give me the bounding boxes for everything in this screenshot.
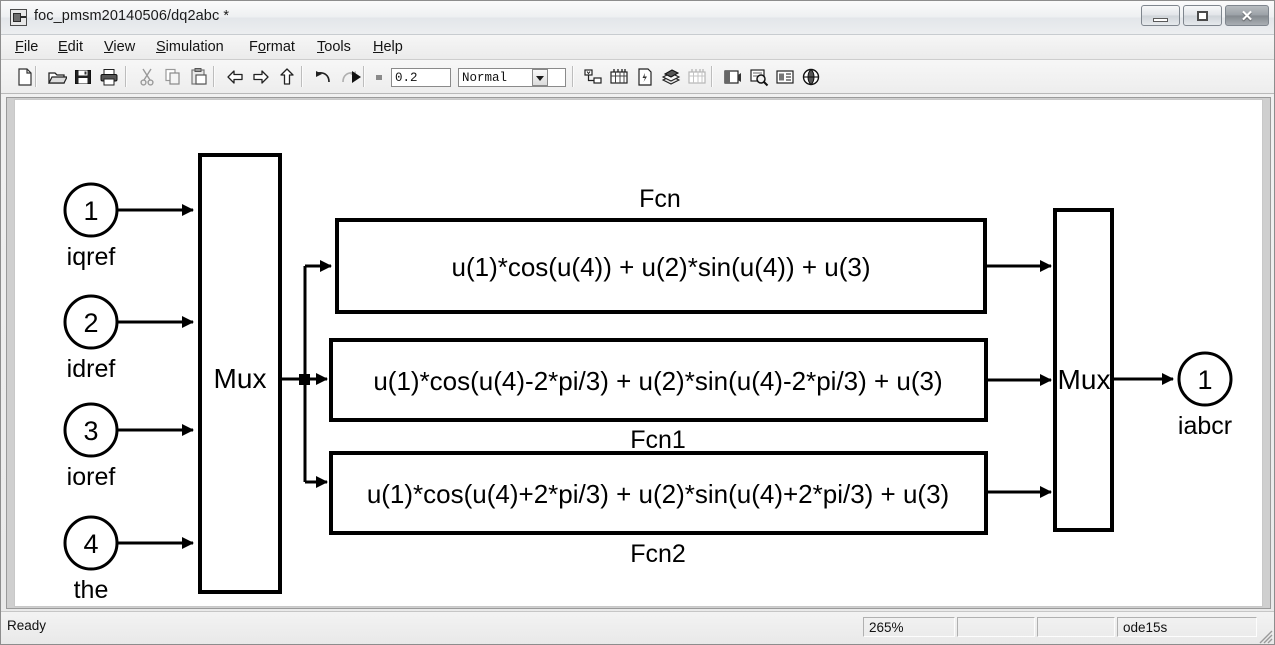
menu-item-file[interactable]: File: [9, 38, 44, 56]
debug-icon[interactable]: [687, 67, 707, 87]
mux-input-block[interactable]: Mux: [198, 153, 282, 594]
update-diagram-icon[interactable]: [609, 67, 629, 87]
toolbar-separator: [711, 66, 713, 87]
fcn-block-0-expression: u(1)*cos(u(4)) + u(2)*sin(u(4)) + u(3): [451, 252, 870, 282]
help-simulink-icon[interactable]: [801, 67, 821, 87]
fcn-block-0-label: Fcn: [639, 185, 681, 213]
status-pane-3: [957, 617, 1035, 637]
simulation-mode-select[interactable]: Normal: [458, 68, 566, 87]
mux-input-label: Mux: [214, 363, 267, 394]
toolbar-separator: [125, 66, 127, 87]
close-icon: ✕: [1240, 7, 1254, 25]
open-model-icon[interactable]: [47, 67, 67, 87]
title-bar: foc_pmsm20140506/dq2abc * ✕: [1, 1, 1274, 35]
toolbar-separator: [301, 66, 303, 87]
status-solver: ode15s: [1117, 617, 1257, 637]
mux-output-bus: [280, 260, 332, 488]
simulink-block-icon: [10, 9, 27, 26]
inport-3-label: ioref: [67, 463, 116, 491]
toolbar-separator: [213, 66, 215, 87]
fcn-block-1[interactable]: u(1)*cos(u(4)-2*pi/3) + u(2)*sin(u(4)-2*…: [329, 338, 988, 422]
inport-4[interactable]: 4 the: [63, 515, 119, 604]
inport-2-label: idref: [67, 355, 116, 383]
forward-icon[interactable]: [251, 67, 271, 87]
resize-grip-icon[interactable]: [1259, 630, 1273, 644]
copy-icon[interactable]: [163, 67, 183, 87]
paste-icon[interactable]: [189, 67, 209, 87]
menu-item-help[interactable]: Help: [367, 38, 409, 56]
inport-1-label: iqref: [67, 243, 116, 271]
menu-item-format[interactable]: Format: [243, 38, 301, 56]
status-zoom-level: 265%: [863, 617, 955, 637]
status-pane-4: [1037, 617, 1115, 637]
status-message: Ready: [7, 618, 47, 633]
chevron-down-icon[interactable]: [532, 69, 548, 86]
outport-1-number: 1: [1197, 365, 1212, 395]
build-model-icon[interactable]: [635, 67, 655, 87]
outport-1-label: iabcr: [1178, 412, 1232, 440]
save-model-icon[interactable]: [73, 67, 93, 87]
toolbar-separator: [572, 66, 574, 87]
inport-4-number: 4: [83, 529, 98, 559]
maximize-button[interactable]: [1183, 5, 1222, 26]
simulink-model-window: foc_pmsm20140506/dq2abc * ✕ File Edit Vi…: [0, 0, 1275, 645]
new-model-icon[interactable]: [15, 67, 35, 87]
back-icon[interactable]: [225, 67, 245, 87]
menu-bar: File Edit View Simulation Format Tools H…: [1, 35, 1274, 60]
close-button[interactable]: ✕: [1225, 5, 1269, 26]
status-bar: Ready 265% ode15s: [1, 611, 1274, 644]
mux-output-label: Mux: [1058, 364, 1111, 395]
fcn-block-2-expression: u(1)*cos(u(4)+2*pi/3) + u(2)*sin(u(4)+2*…: [367, 479, 949, 509]
window-title: foc_pmsm20140506/dq2abc *: [34, 8, 230, 24]
stop-simulation-icon[interactable]: [369, 67, 389, 87]
menu-item-edit[interactable]: Edit: [52, 38, 89, 56]
menu-item-view[interactable]: View: [98, 38, 141, 56]
toolbar-separator: [35, 66, 37, 87]
fcn-block-1-label: Fcn1: [630, 426, 686, 454]
model-browser-icon[interactable]: [583, 67, 603, 87]
menu-item-simulation[interactable]: Simulation: [150, 38, 230, 56]
model-explorer-icon[interactable]: [723, 67, 743, 87]
simulation-stop-time-input[interactable]: 0.2: [391, 68, 451, 87]
fcn-block-2-label: Fcn2: [630, 540, 686, 568]
block-diagram: 1 iqref 2 idref 3 ioref 4 the Mux Fcn u(…: [63, 153, 1233, 604]
model-properties-icon[interactable]: [775, 67, 795, 87]
inport-4-label: the: [74, 576, 109, 604]
inport-3[interactable]: 3 ioref: [63, 402, 119, 491]
inport-2-number: 2: [83, 308, 98, 338]
outport-1[interactable]: 1 iabcr: [1177, 351, 1233, 440]
fcn-block-0[interactable]: u(1)*cos(u(4)) + u(2)*sin(u(4)) + u(3): [335, 218, 987, 314]
cut-icon[interactable]: [137, 67, 157, 87]
minimize-button[interactable]: [1141, 5, 1180, 26]
mux-output-block[interactable]: Mux: [1053, 208, 1114, 532]
find-icon[interactable]: [749, 67, 769, 87]
inport-1-number: 1: [83, 196, 98, 226]
up-to-parent-icon[interactable]: [277, 67, 297, 87]
inport-3-number: 3: [83, 416, 98, 446]
start-simulation-icon[interactable]: [346, 67, 366, 87]
model-canvas-frame: 1 iqref 2 idref 3 ioref 4 the Mux Fcn u(…: [6, 97, 1271, 609]
print-model-icon[interactable]: [99, 67, 119, 87]
library-browser-icon[interactable]: [661, 67, 681, 87]
fcn-block-2[interactable]: u(1)*cos(u(4)+2*pi/3) + u(2)*sin(u(4)+2*…: [329, 451, 988, 535]
fcn-block-1-expression: u(1)*cos(u(4)-2*pi/3) + u(2)*sin(u(4)-2*…: [373, 366, 942, 396]
undo-icon[interactable]: [313, 67, 333, 87]
menu-item-tools[interactable]: Tools: [311, 38, 357, 56]
inport-1[interactable]: 1 iqref: [63, 182, 119, 271]
model-canvas[interactable]: 1 iqref 2 idref 3 ioref 4 the Mux Fcn u(…: [14, 99, 1263, 607]
inport-2[interactable]: 2 idref: [63, 294, 119, 383]
tool-bar: 0.2 Normal: [1, 60, 1274, 94]
